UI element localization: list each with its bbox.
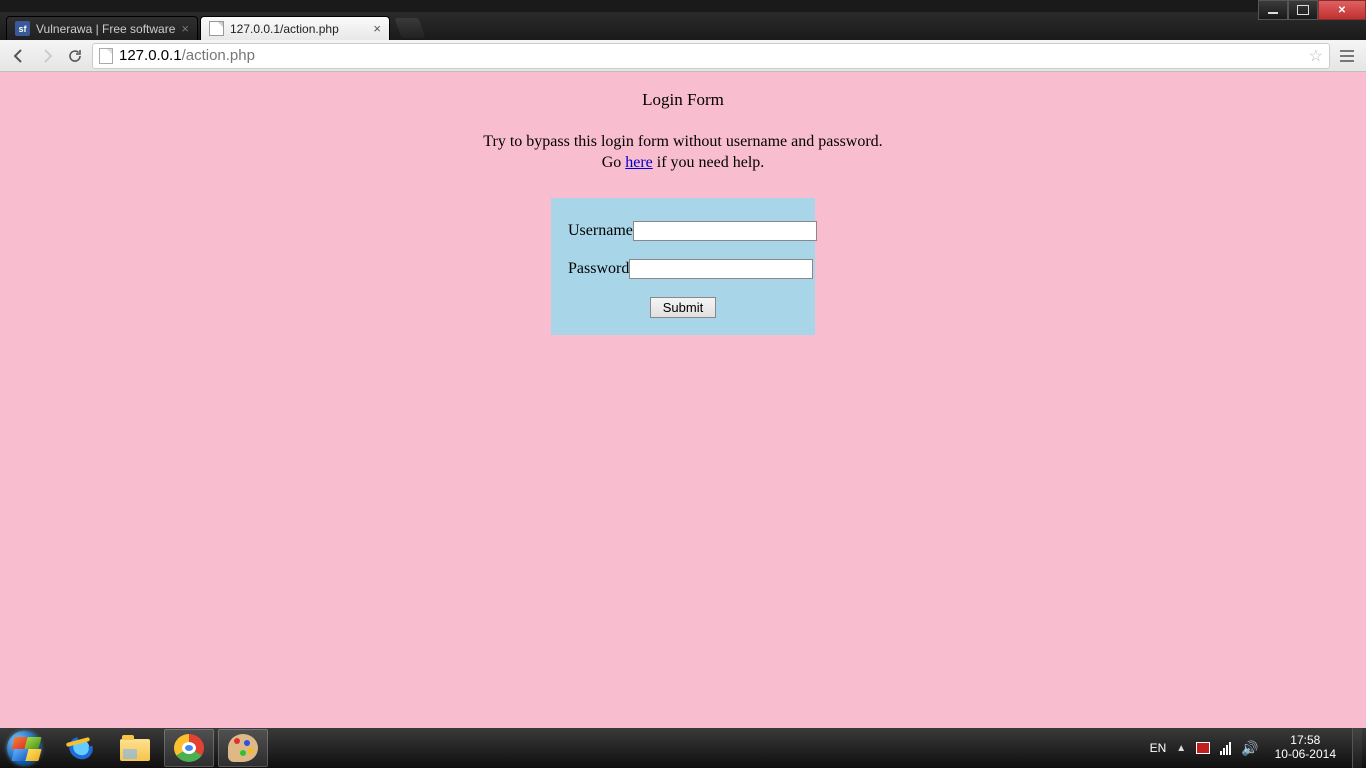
- address-bar[interactable]: 127.0.0.1/action.php ☆: [92, 43, 1330, 69]
- pinned-apps: [56, 728, 268, 768]
- volume-icon[interactable]: 🔊: [1241, 740, 1258, 757]
- system-tray: EN ▲ 🔊 17:58 10-06-2014: [1150, 728, 1366, 768]
- page-icon: [99, 48, 113, 64]
- paint-icon: [228, 734, 258, 762]
- back-button[interactable]: [8, 45, 30, 67]
- chrome-icon: [174, 734, 204, 762]
- blank-page-favicon-icon: [209, 21, 224, 36]
- help-text: Go here if you need help.: [0, 153, 1366, 174]
- close-tab-icon[interactable]: ×: [181, 21, 189, 36]
- tab-strip: sf Vulnerawa | Free software × 127.0.0.1…: [0, 12, 1366, 40]
- page-content: Login Form Try to bypass this login form…: [0, 72, 1366, 728]
- login-form: Username Password Submit: [551, 198, 815, 335]
- instruction-text: Try to bypass this login form without us…: [0, 132, 1366, 153]
- taskbar-chrome[interactable]: [164, 729, 214, 767]
- taskbar: EN ▲ 🔊 17:58 10-06-2014: [0, 728, 1366, 768]
- network-signal-icon[interactable]: [1220, 741, 1231, 755]
- show-desktop-button[interactable]: [1352, 728, 1362, 768]
- taskbar-paint[interactable]: [218, 729, 268, 767]
- titlebar: [0, 0, 1366, 12]
- username-label: Username: [568, 222, 633, 240]
- internet-explorer-icon: [66, 734, 96, 762]
- submit-button[interactable]: Submit: [650, 297, 716, 318]
- url-text: 127.0.0.1/action.php: [119, 47, 255, 64]
- password-label: Password: [568, 260, 629, 278]
- page-title: Login Form: [0, 90, 1366, 110]
- close-window-button[interactable]: [1318, 0, 1366, 20]
- password-input[interactable]: [629, 259, 813, 279]
- tab-title: 127.0.0.1/action.php: [230, 22, 367, 36]
- browser-toolbar: 127.0.0.1/action.php ☆: [0, 40, 1366, 72]
- clock-date: 10-06-2014: [1275, 748, 1336, 762]
- maximize-button[interactable]: [1288, 0, 1318, 20]
- tab-action-php[interactable]: 127.0.0.1/action.php ×: [200, 16, 390, 40]
- clock[interactable]: 17:58 10-06-2014: [1269, 734, 1342, 762]
- tab-vulnerawa[interactable]: sf Vulnerawa | Free software ×: [6, 16, 198, 40]
- username-input[interactable]: [633, 221, 817, 241]
- taskbar-explorer[interactable]: [110, 729, 160, 767]
- start-button[interactable]: [0, 728, 48, 768]
- window-controls: [1258, 0, 1366, 20]
- windows-logo-icon: [7, 731, 41, 765]
- tray-app-icon[interactable]: [1196, 742, 1210, 754]
- language-indicator[interactable]: EN: [1150, 741, 1167, 755]
- help-link[interactable]: here: [625, 154, 653, 171]
- new-tab-button[interactable]: [394, 18, 425, 38]
- taskbar-ie[interactable]: [56, 729, 106, 767]
- file-explorer-icon: [120, 739, 150, 761]
- close-tab-icon[interactable]: ×: [373, 21, 381, 36]
- reload-button[interactable]: [64, 45, 86, 67]
- minimize-button[interactable]: [1258, 0, 1288, 20]
- clock-time: 17:58: [1275, 734, 1336, 748]
- sourceforge-favicon-icon: sf: [15, 21, 30, 36]
- forward-button[interactable]: [36, 45, 58, 67]
- tab-title: Vulnerawa | Free software: [36, 22, 175, 36]
- bookmark-star-icon[interactable]: ☆: [1309, 46, 1323, 66]
- tray-overflow-icon[interactable]: ▲: [1176, 743, 1186, 754]
- chrome-menu-button[interactable]: [1336, 45, 1358, 67]
